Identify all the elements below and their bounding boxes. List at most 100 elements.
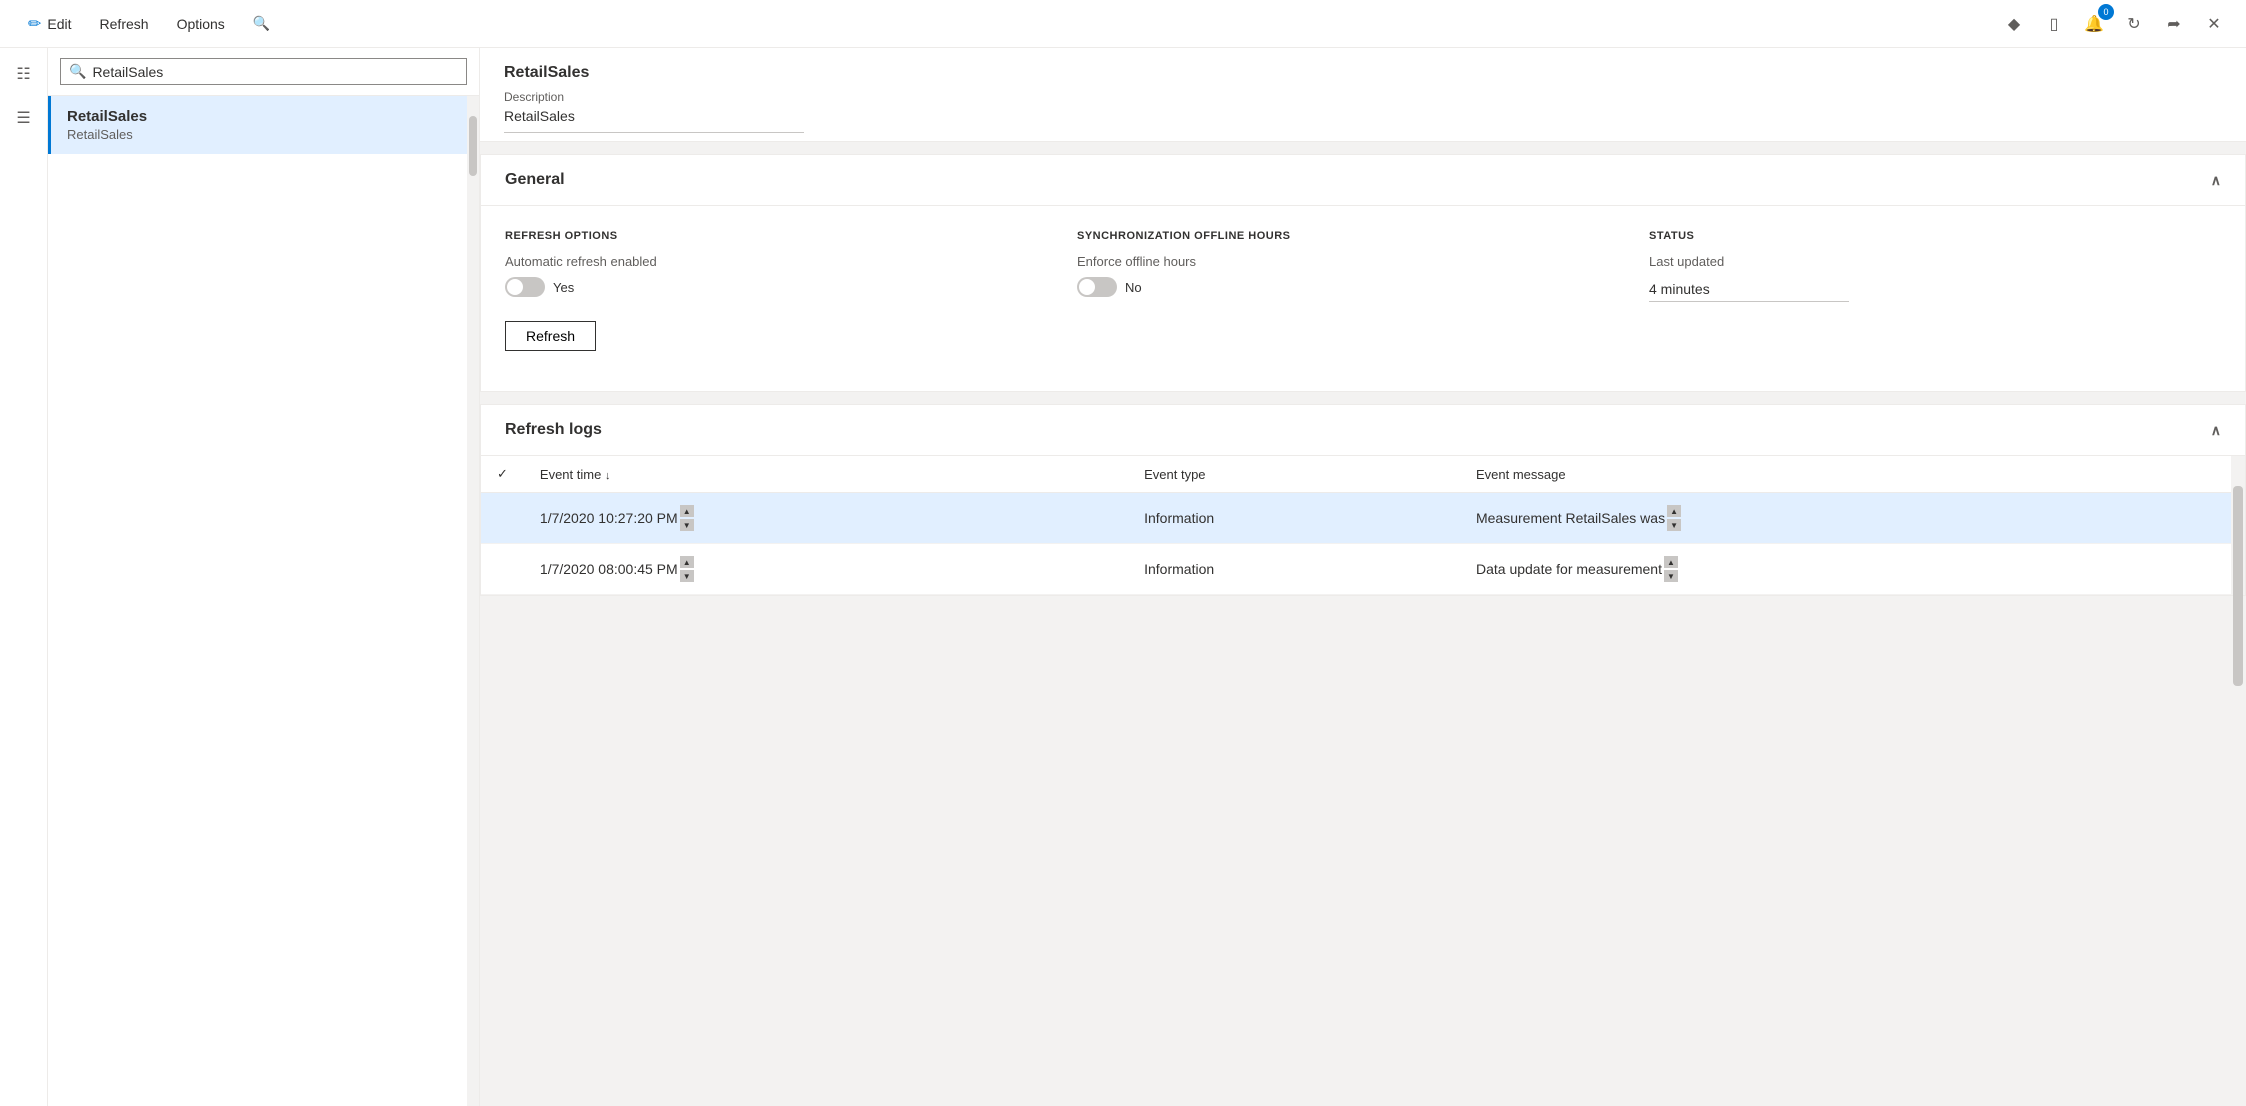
left-icon-sidebar: ☷ ☰ <box>0 48 48 1106</box>
col-check: ✓ <box>481 456 524 493</box>
row1-scroll-down[interactable]: ▼ <box>680 519 694 531</box>
row2-event-type: Information <box>1128 544 1460 595</box>
row1-check <box>481 493 524 544</box>
general-section-header[interactable]: General ∧ <box>481 155 2245 206</box>
logs-table-header: ✓ Event time ↓ Event type Event message <box>481 456 2231 493</box>
col-event-type[interactable]: Event type <box>1128 456 1460 493</box>
logs-collapse-icon: ∧ <box>2211 422 2221 439</box>
filter-icon-button[interactable]: ☷ <box>6 56 42 92</box>
notification-badge: 0 <box>2098 4 2114 20</box>
list-items-wrap: RetailSales RetailSales <box>48 96 467 1106</box>
search-input-wrap[interactable]: 🔍 <box>60 58 467 85</box>
sidebar-scrollbar[interactable] <box>467 96 479 1106</box>
toolbar-search-button[interactable]: 🔍 <box>241 9 282 38</box>
refresh-label: Refresh <box>100 16 149 32</box>
row2-check <box>481 544 524 595</box>
edit-button[interactable]: ✏ Edit <box>16 8 84 40</box>
row1-event-type: Information <box>1128 493 1460 544</box>
row1-msg-scroll-btns: ▲ ▼ <box>1667 505 1681 531</box>
row2-msg-scroll-down[interactable]: ▼ <box>1664 570 1678 582</box>
col-event-time[interactable]: Event time ↓ <box>524 456 1128 493</box>
enforce-offline-toggle[interactable] <box>1077 277 1117 297</box>
row1-event-time: 1/7/2020 10:27:20 PM ▲ ▼ <box>524 493 1128 544</box>
office-icon-button[interactable]: ▯ <box>2038 8 2070 40</box>
refresh-logs-header[interactable]: Refresh logs ∧ <box>481 405 2245 456</box>
logs-table: ✓ Event time ↓ Event type Event message <box>481 456 2231 595</box>
auto-refresh-toggle-row: Yes <box>505 277 1061 297</box>
row1-time-scroll: 1/7/2020 10:27:20 PM ▲ ▼ <box>540 505 1112 531</box>
content-area: RetailSales Description RetailSales Gene… <box>480 48 2246 1106</box>
refresh-action-label: Refresh <box>526 328 575 344</box>
enforce-offline-toggle-row: No <box>1077 277 1633 297</box>
row2-msg-scroll: Data update for measurement ▲ ▼ <box>1476 556 2215 582</box>
status-col: STATUS Last updated 4 minutes <box>1649 230 2221 367</box>
list-item-retailsales[interactable]: RetailSales RetailSales <box>48 96 467 154</box>
refresh-options-label: REFRESH OPTIONS <box>505 230 1061 242</box>
row2-scroll-up[interactable]: ▲ <box>680 556 694 568</box>
search-icon: 🔍 <box>253 15 270 32</box>
main-layout: ☷ ☰ 🔍 RetailSales RetailSales <box>0 48 2246 1106</box>
menu-icon-button[interactable]: ☰ <box>6 100 42 136</box>
row2-msg-value: Data update for measurement <box>1476 561 1662 577</box>
content-sections: RetailSales Description RetailSales Gene… <box>480 48 2246 596</box>
row2-event-message: Data update for measurement ▲ ▼ <box>1460 544 2231 595</box>
last-updated-value: 4 minutes <box>1649 277 1849 302</box>
page-title: RetailSales <box>504 64 2222 82</box>
options-button[interactable]: Options <box>165 10 237 38</box>
auto-refresh-toggle[interactable] <box>505 277 545 297</box>
row1-event-message: Measurement RetailSales was ▲ ▼ <box>1460 493 2231 544</box>
auto-refresh-label: Automatic refresh enabled <box>505 254 1061 269</box>
expand-icon: ➦ <box>2167 14 2180 34</box>
col-event-time-label: Event time <box>540 467 601 482</box>
table-row[interactable]: 1/7/2020 10:27:20 PM ▲ ▼ Information <box>481 493 2231 544</box>
row1-msg-scroll-up[interactable]: ▲ <box>1667 505 1681 517</box>
diamond-icon-button[interactable]: ◆ <box>1998 8 2030 40</box>
refresh-circle-button[interactable]: ↻ <box>2118 8 2150 40</box>
sync-offline-col: SYNCHRONIZATION OFFLINE HOURS Enforce of… <box>1077 230 1649 367</box>
refresh-logs-section: Refresh logs ∧ ✓ Event time ↓ <box>480 404 2246 596</box>
row2-scroll-down[interactable]: ▼ <box>680 570 694 582</box>
close-button[interactable]: ✕ <box>2198 8 2230 40</box>
general-collapse-icon: ∧ <box>2211 172 2221 189</box>
close-icon: ✕ <box>2207 14 2220 34</box>
row2-time-value: 1/7/2020 08:00:45 PM <box>540 561 678 577</box>
content-header: RetailSales Description RetailSales <box>480 48 2246 142</box>
description-value: RetailSales <box>504 104 804 133</box>
table-row[interactable]: 1/7/2020 08:00:45 PM ▲ ▼ Information <box>481 544 2231 595</box>
list-item-title: RetailSales <box>67 108 451 125</box>
row2-msg-scroll-btns: ▲ ▼ <box>1664 556 1678 582</box>
row2-msg-scroll-up[interactable]: ▲ <box>1664 556 1678 568</box>
row1-msg-scroll: Measurement RetailSales was ▲ ▼ <box>1476 505 2215 531</box>
expand-button[interactable]: ➦ <box>2158 8 2190 40</box>
row2-event-time: 1/7/2020 08:00:45 PM ▲ ▼ <box>524 544 1128 595</box>
row1-scroll-btns: ▲ ▼ <box>680 505 694 531</box>
last-updated-label: Last updated <box>1649 254 2205 269</box>
logs-table-wrap: ✓ Event time ↓ Event type Event message <box>481 456 2245 595</box>
list-scroll-area: RetailSales RetailSales <box>48 96 479 1106</box>
row1-msg-scroll-down[interactable]: ▼ <box>1667 519 1681 531</box>
enforce-offline-value: No <box>1125 280 1142 295</box>
sidebar-list-area: 🔍 RetailSales RetailSales <box>48 48 480 1106</box>
logs-scroll-thumb[interactable] <box>2233 486 2243 686</box>
row2-scroll-btns: ▲ ▼ <box>680 556 694 582</box>
search-input[interactable] <box>92 64 458 80</box>
sync-offline-label: SYNCHRONIZATION OFFLINE HOURS <box>1077 230 1633 242</box>
row1-scroll-up[interactable]: ▲ <box>680 505 694 517</box>
general-section-title: General <box>505 171 565 189</box>
col-event-message[interactable]: Event message <box>1460 456 2231 493</box>
notification-button[interactable]: 🔔 0 <box>2078 8 2110 40</box>
logs-scrollbar[interactable] <box>2231 456 2245 595</box>
row1-msg-value: Measurement RetailSales was <box>1476 510 1665 526</box>
office-icon: ▯ <box>2050 14 2059 34</box>
search-box-icon: 🔍 <box>69 63 86 80</box>
refresh-action-button[interactable]: Refresh <box>505 321 596 351</box>
row2-time-scroll: 1/7/2020 08:00:45 PM ▲ ▼ <box>540 556 1112 582</box>
diamond-icon: ◆ <box>2008 14 2020 34</box>
toolbar-left: ✏ Edit Refresh Options 🔍 <box>16 8 1994 40</box>
options-label: Options <box>177 16 225 32</box>
row1-time-value: 1/7/2020 10:27:20 PM <box>540 510 678 526</box>
logs-header-row: ✓ Event time ↓ Event type Event message <box>481 456 2231 493</box>
status-col-label: STATUS <box>1649 230 2205 242</box>
sidebar-scroll-thumb[interactable] <box>469 116 477 176</box>
refresh-button[interactable]: Refresh <box>88 10 161 38</box>
